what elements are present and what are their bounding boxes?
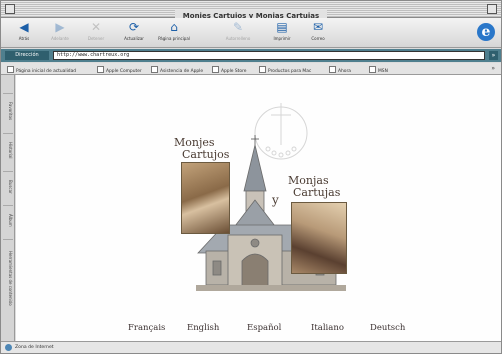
language-link-german[interactable]: Deutsch bbox=[370, 323, 405, 333]
browser-window: Monjes Cartujos y Monjas Cartujas ◀ Atrá… bbox=[0, 0, 502, 354]
favorite-link[interactable]: Productos para Mac bbox=[259, 66, 311, 75]
status-bar: Zona de Internet bbox=[1, 341, 501, 353]
stop-button[interactable]: ✕ Detener bbox=[79, 20, 113, 46]
title-y: y bbox=[272, 193, 279, 207]
title-bar[interactable]: Monjes Cartujos y Monjas Cartujas bbox=[1, 1, 501, 22]
address-go-button[interactable]: » bbox=[489, 51, 498, 60]
back-arrow-icon: ◀ bbox=[19, 20, 29, 34]
internet-zone-globe-icon bbox=[5, 344, 12, 351]
nun-photo bbox=[291, 202, 347, 274]
address-input[interactable]: http://www.chartreux.org bbox=[53, 51, 485, 60]
refresh-icon: ⟳ bbox=[128, 20, 140, 34]
title-cartujas: Cartujas bbox=[293, 186, 341, 199]
autofill-icon: ✎ bbox=[232, 20, 244, 34]
forward-arrow-icon: ▶ bbox=[55, 20, 65, 34]
address-label[interactable]: Dirección bbox=[5, 51, 49, 60]
address-bar: Dirección http://www.chartreux.org » bbox=[1, 49, 501, 62]
title-monjas: Monjas bbox=[288, 174, 329, 187]
explorer-bar-tabs: Favoritos Historial Buscar Álbum Herrami… bbox=[1, 75, 15, 341]
toolbar: ◀ Atrás ▶ Adelante ✕ Detener ⟳ Actualiza… bbox=[1, 18, 501, 48]
cartusian-emblem-icon bbox=[254, 103, 308, 160]
monk-photo bbox=[181, 162, 230, 234]
stop-label: Detener bbox=[87, 36, 105, 41]
chapel-illustration bbox=[196, 103, 346, 291]
sidetab-content-tools[interactable]: Herramientas de contenido bbox=[3, 239, 13, 317]
mail-button[interactable]: ✉ Correo bbox=[301, 20, 335, 46]
sidetab-album[interactable]: Álbum bbox=[3, 205, 13, 235]
sidetab-history[interactable]: Historial bbox=[3, 133, 13, 167]
title-cartujos: Cartujos bbox=[182, 148, 230, 161]
refresh-button[interactable]: ⟳ Actualizar bbox=[117, 20, 151, 46]
favorite-link[interactable]: Apple Store bbox=[212, 66, 247, 75]
title-monjes: Monjes bbox=[174, 136, 215, 149]
favorite-link[interactable]: Asistencia de Apple bbox=[151, 66, 203, 75]
stop-icon: ✕ bbox=[90, 20, 102, 34]
autofill-label: Autorrelleno bbox=[225, 36, 251, 41]
home-icon: ⌂ bbox=[170, 20, 178, 34]
mail-icon: ✉ bbox=[312, 20, 324, 34]
language-link-french[interactable]: Français bbox=[128, 323, 165, 333]
sidetab-search[interactable]: Buscar bbox=[3, 171, 13, 201]
language-link-italian[interactable]: Italiano bbox=[311, 323, 344, 333]
mail-label: Correo bbox=[311, 36, 325, 41]
status-text: Zona de Internet bbox=[15, 345, 54, 350]
favorites-bar: Página inicial de actualidad Apple Compu… bbox=[1, 63, 501, 75]
forward-button[interactable]: ▶ Adelante bbox=[43, 20, 77, 46]
internet-explorer-logo-icon[interactable]: e bbox=[477, 23, 495, 41]
refresh-label: Actualizar bbox=[124, 36, 144, 41]
favorite-link[interactable]: Ahora bbox=[329, 66, 351, 75]
print-label: Imprimir bbox=[273, 36, 291, 41]
page-content: Monjes Cartujos y Monjas Cartujas França… bbox=[16, 75, 501, 341]
forward-label: Adelante bbox=[51, 36, 69, 41]
autofill-button[interactable]: ✎ Autorrelleno bbox=[221, 20, 255, 46]
zoom-box-icon[interactable] bbox=[487, 4, 497, 14]
home-label: Página principal bbox=[158, 36, 190, 41]
back-label: Atrás bbox=[18, 36, 30, 41]
favorites-more-button[interactable]: » bbox=[491, 65, 495, 72]
sidetab-favorites[interactable]: Favoritos bbox=[3, 93, 13, 129]
favorite-link[interactable]: Página inicial de actualidad bbox=[7, 66, 76, 75]
back-button[interactable]: ◀ Atrás bbox=[7, 20, 41, 46]
favorite-link[interactable]: MSN bbox=[369, 66, 388, 75]
language-link-english[interactable]: English bbox=[187, 323, 219, 333]
favorite-link[interactable]: Apple Computer bbox=[97, 66, 142, 75]
print-button[interactable]: ▤ Imprimir bbox=[265, 20, 299, 46]
home-button[interactable]: ⌂ Página principal bbox=[157, 20, 191, 46]
language-link-spanish[interactable]: Español bbox=[247, 323, 281, 333]
print-icon: ▤ bbox=[276, 20, 288, 34]
